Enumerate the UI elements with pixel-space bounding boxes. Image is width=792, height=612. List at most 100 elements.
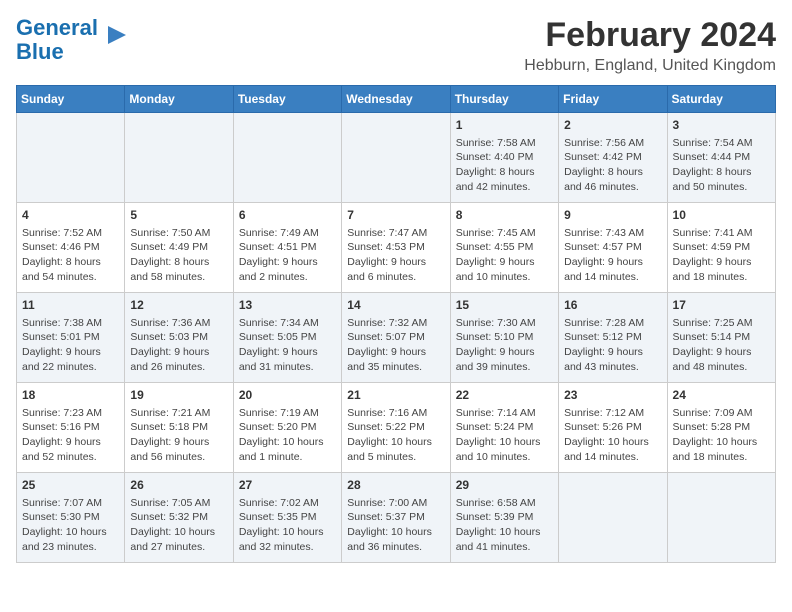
cell-content: Sunrise: 7:38 AM Sunset: 5:01 PM Dayligh… (22, 316, 119, 375)
calendar-cell: 22 Sunrise: 7:14 AM Sunset: 5:24 PM Dayli… (450, 383, 558, 473)
calendar-week-row: 1Sunrise: 7:58 AM Sunset: 4:40 PM Daylig… (17, 113, 776, 203)
cell-content: Sunrise: 7:12 AM Sunset: 5:26 PM Dayligh… (564, 406, 661, 465)
cell-content: Sunrise: 7:52 AM Sunset: 4:46 PM Dayligh… (22, 226, 119, 285)
header-thursday: Thursday (450, 86, 558, 113)
calendar-cell: 29 Sunrise: 6:58 AM Sunset: 5:39 PM Dayli… (450, 473, 558, 563)
cell-content: Sunrise: 6:58 AM Sunset: 5:39 PM Dayligh… (456, 496, 553, 555)
cell-content: Sunrise: 7:16 AM Sunset: 5:22 PM Dayligh… (347, 406, 444, 465)
day-number: 29 (456, 477, 553, 494)
calendar-cell: 23 Sunrise: 7:12 AM Sunset: 5:26 PM Dayli… (559, 383, 667, 473)
cell-content: Sunrise: 7:43 AM Sunset: 4:57 PM Dayligh… (564, 226, 661, 285)
calendar-cell: 16Sunrise: 7:28 AM Sunset: 5:12 PM Dayli… (559, 293, 667, 383)
calendar-cell: 15 Sunrise: 7:30 AM Sunset: 5:10 PM Dayli… (450, 293, 558, 383)
day-number: 3 (673, 117, 770, 134)
cell-content: Sunrise: 7:36 AM Sunset: 5:03 PM Dayligh… (130, 316, 227, 375)
cell-content: Sunrise: 7:19 AM Sunset: 5:20 PM Dayligh… (239, 406, 336, 465)
calendar-cell: 7 Sunrise: 7:47 AM Sunset: 4:53 PM Daylig… (342, 203, 450, 293)
calendar-week-row: 18Sunrise: 7:23 AM Sunset: 5:16 PM Dayli… (17, 383, 776, 473)
cell-content: Sunrise: 7:54 AM Sunset: 4:44 PM Dayligh… (673, 136, 770, 195)
calendar-cell: 24 Sunrise: 7:09 AM Sunset: 5:28 PM Dayli… (667, 383, 775, 473)
calendar-cell: 3 Sunrise: 7:54 AM Sunset: 4:44 PM Daylig… (667, 113, 775, 203)
day-number: 17 (673, 297, 770, 314)
day-number: 14 (347, 297, 444, 314)
calendar-cell: 6 Sunrise: 7:49 AM Sunset: 4:51 PM Daylig… (233, 203, 341, 293)
calendar-cell (667, 473, 775, 563)
day-number: 11 (22, 297, 119, 314)
title-block: February 2024 Hebburn, England, United K… (524, 16, 776, 75)
calendar-cell: 27 Sunrise: 7:02 AM Sunset: 5:35 PM Dayli… (233, 473, 341, 563)
cell-content: Sunrise: 7:50 AM Sunset: 4:49 PM Dayligh… (130, 226, 227, 285)
logo-text: GeneralBlue (16, 16, 98, 64)
cell-content: Sunrise: 7:30 AM Sunset: 5:10 PM Dayligh… (456, 316, 553, 375)
day-number: 24 (673, 387, 770, 404)
day-number: 1 (456, 117, 553, 134)
calendar-cell: 19Sunrise: 7:21 AM Sunset: 5:18 PM Dayli… (125, 383, 233, 473)
day-number: 12 (130, 297, 227, 314)
page-header: GeneralBlue February 2024 Hebburn, Engla… (16, 16, 776, 75)
cell-content: Sunrise: 7:07 AM Sunset: 5:30 PM Dayligh… (22, 496, 119, 555)
cell-content: Sunrise: 7:41 AM Sunset: 4:59 PM Dayligh… (673, 226, 770, 285)
header-sunday: Sunday (17, 86, 125, 113)
day-number: 26 (130, 477, 227, 494)
calendar-cell: 5 Sunrise: 7:50 AM Sunset: 4:49 PM Daylig… (125, 203, 233, 293)
cell-content: Sunrise: 7:25 AM Sunset: 5:14 PM Dayligh… (673, 316, 770, 375)
day-number: 27 (239, 477, 336, 494)
calendar-cell (559, 473, 667, 563)
cell-content: Sunrise: 7:32 AM Sunset: 5:07 PM Dayligh… (347, 316, 444, 375)
day-number: 6 (239, 207, 336, 224)
calendar-cell: 20 Sunrise: 7:19 AM Sunset: 5:20 PM Dayli… (233, 383, 341, 473)
calendar-cell: 8Sunrise: 7:45 AM Sunset: 4:55 PM Daylig… (450, 203, 558, 293)
calendar-cell: 10 Sunrise: 7:41 AM Sunset: 4:59 PM Dayli… (667, 203, 775, 293)
day-number: 25 (22, 477, 119, 494)
calendar-table: SundayMondayTuesdayWednesdayThursdayFrid… (16, 85, 776, 563)
cell-content: Sunrise: 7:14 AM Sunset: 5:24 PM Dayligh… (456, 406, 553, 465)
calendar-cell: 17 Sunrise: 7:25 AM Sunset: 5:14 PM Dayli… (667, 293, 775, 383)
cell-content: Sunrise: 7:49 AM Sunset: 4:51 PM Dayligh… (239, 226, 336, 285)
cell-content: Sunrise: 7:05 AM Sunset: 5:32 PM Dayligh… (130, 496, 227, 555)
calendar-cell: 4Sunrise: 7:52 AM Sunset: 4:46 PM Daylig… (17, 203, 125, 293)
calendar-cell: 25 Sunrise: 7:07 AM Sunset: 5:30 PM Dayli… (17, 473, 125, 563)
day-number: 19 (130, 387, 227, 404)
header-saturday: Saturday (667, 86, 775, 113)
subtitle: Hebburn, England, United Kingdom (524, 57, 776, 75)
calendar-cell: 2Sunrise: 7:56 AM Sunset: 4:42 PM Daylig… (559, 113, 667, 203)
calendar-cell: 11 Sunrise: 7:38 AM Sunset: 5:01 PM Dayli… (17, 293, 125, 383)
calendar-cell: 18Sunrise: 7:23 AM Sunset: 5:16 PM Dayli… (17, 383, 125, 473)
cell-content: Sunrise: 7:28 AM Sunset: 5:12 PM Dayligh… (564, 316, 661, 375)
header-monday: Monday (125, 86, 233, 113)
main-title: February 2024 (524, 16, 776, 55)
calendar-week-row: 4Sunrise: 7:52 AM Sunset: 4:46 PM Daylig… (17, 203, 776, 293)
day-number: 23 (564, 387, 661, 404)
cell-content: Sunrise: 7:34 AM Sunset: 5:05 PM Dayligh… (239, 316, 336, 375)
logo: GeneralBlue (16, 16, 130, 64)
day-number: 13 (239, 297, 336, 314)
cell-content: Sunrise: 7:45 AM Sunset: 4:55 PM Dayligh… (456, 226, 553, 285)
calendar-cell (342, 113, 450, 203)
calendar-header-row: SundayMondayTuesdayWednesdayThursdayFrid… (17, 86, 776, 113)
calendar-cell: 12 Sunrise: 7:36 AM Sunset: 5:03 PM Dayli… (125, 293, 233, 383)
cell-content: Sunrise: 7:56 AM Sunset: 4:42 PM Dayligh… (564, 136, 661, 195)
cell-content: Sunrise: 7:47 AM Sunset: 4:53 PM Dayligh… (347, 226, 444, 285)
day-number: 15 (456, 297, 553, 314)
day-number: 21 (347, 387, 444, 404)
calendar-week-row: 25 Sunrise: 7:07 AM Sunset: 5:30 PM Dayli… (17, 473, 776, 563)
day-number: 7 (347, 207, 444, 224)
calendar-week-row: 11 Sunrise: 7:38 AM Sunset: 5:01 PM Dayli… (17, 293, 776, 383)
day-number: 28 (347, 477, 444, 494)
calendar-cell: 14 Sunrise: 7:32 AM Sunset: 5:07 PM Dayli… (342, 293, 450, 383)
calendar-cell (233, 113, 341, 203)
cell-content: Sunrise: 7:23 AM Sunset: 5:16 PM Dayligh… (22, 406, 119, 465)
day-number: 5 (130, 207, 227, 224)
day-number: 10 (673, 207, 770, 224)
logo-arrow-icon (100, 20, 130, 50)
calendar-cell: 9Sunrise: 7:43 AM Sunset: 4:57 PM Daylig… (559, 203, 667, 293)
calendar-cell: 1Sunrise: 7:58 AM Sunset: 4:40 PM Daylig… (450, 113, 558, 203)
calendar-cell: 21 Sunrise: 7:16 AM Sunset: 5:22 PM Dayli… (342, 383, 450, 473)
day-number: 22 (456, 387, 553, 404)
day-number: 20 (239, 387, 336, 404)
calendar-cell: 26 Sunrise: 7:05 AM Sunset: 5:32 PM Dayli… (125, 473, 233, 563)
header-friday: Friday (559, 86, 667, 113)
header-tuesday: Tuesday (233, 86, 341, 113)
cell-content: Sunrise: 7:09 AM Sunset: 5:28 PM Dayligh… (673, 406, 770, 465)
cell-content: Sunrise: 7:02 AM Sunset: 5:35 PM Dayligh… (239, 496, 336, 555)
